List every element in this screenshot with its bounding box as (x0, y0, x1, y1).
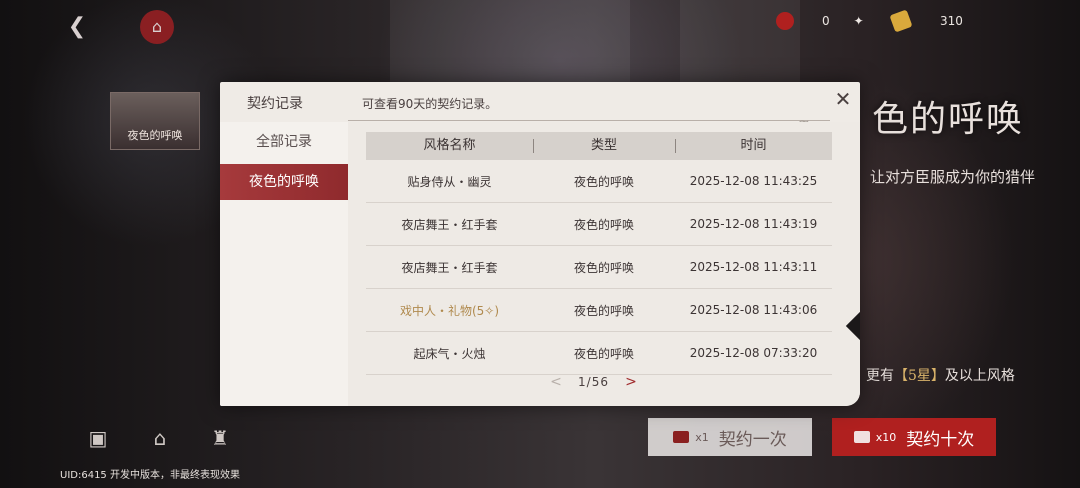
sidebar-item-night-call[interactable]: 夜色的呼唤 (220, 164, 348, 200)
cell-style-name: 夜店舞王・红手套 (401, 260, 498, 275)
modal-description: 可查看90天的契约记录。 (362, 97, 498, 111)
currency-gold[interactable]: 310 (889, 8, 963, 34)
cell-time: 2025-12-08 11:43:11 (689, 260, 818, 274)
rule-highlight: 【5星】 (894, 368, 945, 384)
pool-rule-text: 更有【5星】及以上风格 (866, 365, 1015, 385)
currency-value: 0 (822, 14, 830, 28)
pool-title: 色的呼唤 (872, 99, 1025, 140)
record-sidebar: 全部记录 夜色的呼唤 (220, 122, 348, 406)
background-window-panel (390, 0, 630, 82)
cell-type: 夜色的呼唤 (573, 217, 634, 232)
prev-page-button[interactable]: < (548, 374, 564, 390)
page-indicator: 1/56 (578, 375, 609, 389)
gold-bar-icon (889, 9, 913, 33)
column-header-style-name: 风格名称 (423, 138, 476, 153)
contract-once-button[interactable]: x1 契约一次 (648, 418, 812, 456)
contract-once-cost: x1 (695, 430, 709, 444)
table-row: 戏中人・礼物(5✧) 夜色的呼唤 2025-12-08 11:43:06 (366, 289, 832, 332)
cell-style-name: 夜店舞王・红手套 (401, 217, 498, 232)
back-icon[interactable]: ❮ (60, 10, 94, 44)
column-header-type: 类型 (533, 132, 675, 160)
contract-ten-button[interactable]: x10 契约十次 (832, 418, 996, 456)
record-content: 风格名称 类型 时间 贴身侍从・幽灵 夜色的呼唤 2025-12-08 11:4… (348, 122, 860, 406)
cell-type: 夜色的呼唤 (573, 303, 634, 318)
home-icon[interactable]: ⌂ (140, 10, 174, 44)
table-row: 贴身侍从・幽灵 夜色的呼唤 2025-12-08 11:43:25 (366, 160, 832, 203)
bag-icon[interactable]: ▣ (84, 424, 112, 452)
table-body: 贴身侍从・幽灵 夜色的呼唤 2025-12-08 11:43:25 夜店舞王・红… (366, 160, 832, 375)
rule-suffix: 及以上风格 (944, 368, 1015, 384)
ticket-icon (853, 431, 870, 443)
rule-prefix: 更有 (866, 368, 894, 384)
table-row: 夜店舞王・红手套 夜色的呼唤 2025-12-08 11:43:11 (366, 246, 832, 289)
cell-time: 2025-12-08 11:43:19 (689, 217, 818, 231)
currency-value: 310 (940, 14, 963, 28)
cell-style-name-rare: 戏中人・礼物(5✧) (399, 303, 500, 318)
table-row: 夜店舞王・红手套 夜色的呼唤 2025-12-08 11:43:19 (366, 203, 832, 246)
contract-ten-cost: x10 (875, 430, 897, 444)
shop-icon[interactable]: ⌂ (146, 424, 174, 452)
modal-title: 契约记录 (247, 96, 303, 112)
cell-style-name: 起床气・火烛 (413, 346, 486, 361)
add-icon[interactable]: ✦ (854, 14, 864, 28)
currency-dice[interactable]: 0 ✦ (776, 8, 864, 34)
table-row: 起床气・火烛 夜色的呼唤 2025-12-08 07:33:20 (366, 332, 832, 375)
cell-type: 夜色的呼唤 (573, 260, 634, 275)
contract-record-modal: 契约记录 可查看90天的契约记录。 ~ ✕ 全部记录 夜色的呼唤 风格名称 类型… (220, 82, 860, 406)
cell-style-name: 贴身侍从・幽灵 (407, 174, 492, 189)
current-page: 1 (578, 375, 587, 389)
cell-time: 2025-12-08 07:33:20 (689, 346, 818, 360)
contract-once-label: 契约一次 (718, 429, 787, 450)
cell-type: 夜色的呼唤 (573, 174, 634, 189)
uid-text: UID:6415 开发中版本，非最终表现效果 (60, 470, 240, 481)
sidebar-item-all-records[interactable]: 全部记录 (220, 124, 348, 160)
gift-icon[interactable]: ♜ (206, 424, 234, 452)
close-button[interactable]: ✕ (832, 88, 854, 110)
next-page-button[interactable]: > (623, 374, 639, 390)
table-header: 风格名称 类型 时间 (366, 132, 832, 160)
cell-type: 夜色的呼唤 (573, 346, 634, 361)
dice-icon (776, 12, 794, 30)
header-divider (348, 120, 830, 121)
column-header-time: 时间 (675, 132, 832, 160)
total-pages: 56 (591, 375, 609, 389)
cell-time: 2025-12-08 11:43:06 (689, 303, 818, 317)
pool-banner-thumbnail[interactable]: 夜色的呼唤 (110, 92, 200, 150)
pool-banner-label: 夜色的呼唤 (127, 129, 183, 142)
contract-ten-label: 契约十次 (906, 429, 975, 450)
pool-subtitle: 让对方臣服成为你的猎伴 (870, 168, 1036, 186)
cell-time: 2025-12-08 11:43:25 (689, 174, 818, 188)
pagination: < 1/56 > (548, 374, 639, 390)
ticket-icon (673, 431, 690, 443)
